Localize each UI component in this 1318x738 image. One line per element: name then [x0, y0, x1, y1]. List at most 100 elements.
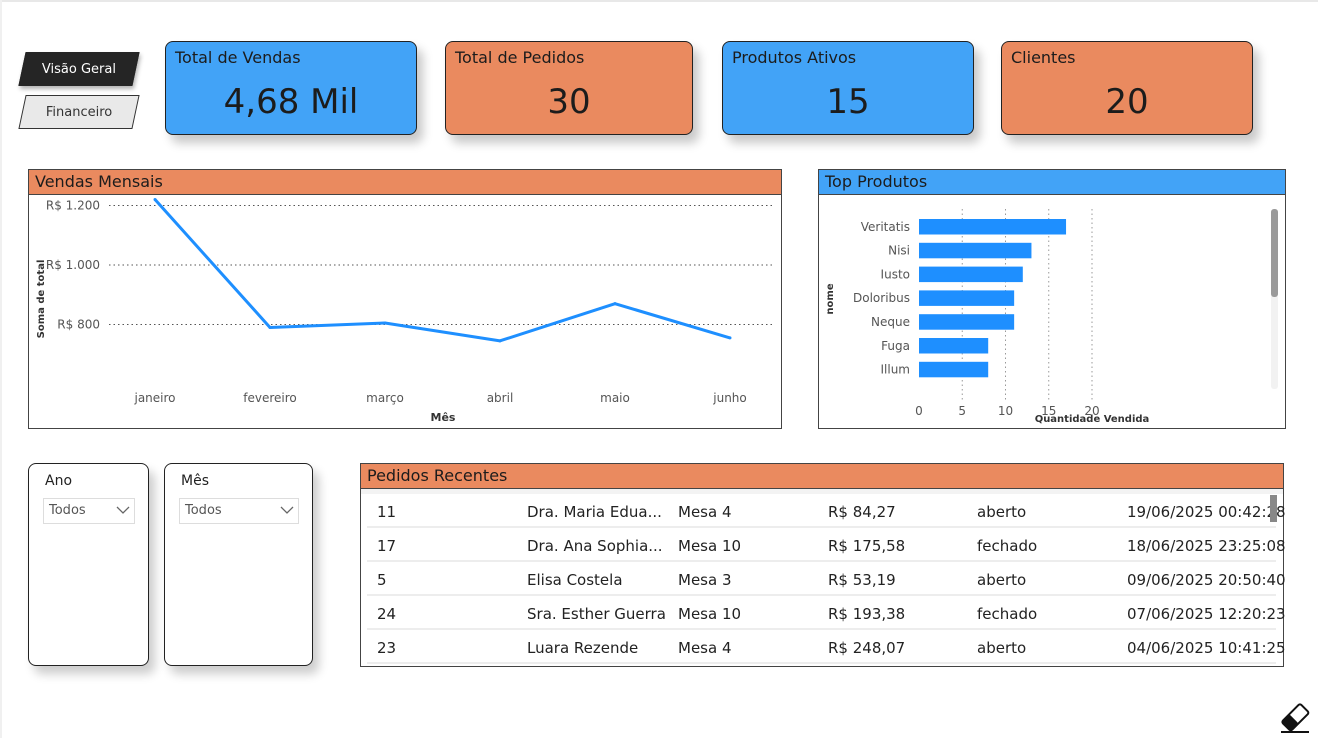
kpi-card-clientes[interactable]: Clientes 20 — [1001, 41, 1253, 135]
bar — [919, 266, 1023, 283]
kpi-card-total-vendas[interactable]: Total de Vendas 4,68 Mil — [165, 41, 417, 135]
order-status-cell: aberto — [977, 571, 1027, 589]
x-axis-title: Mês — [431, 411, 456, 424]
nav-visao-geral-label: Visão Geral — [41, 61, 117, 77]
sales-chart-panel[interactable]: Vendas Mensais R$ 800 R$ 1.000 R$ 1.200 jan… — [28, 169, 782, 429]
nav-visao-geral-button[interactable]: Visão Geral — [18, 52, 140, 86]
order-id-cell: 5 — [377, 571, 387, 589]
data-point — [268, 325, 272, 329]
slicer-mes-title: Mês — [181, 473, 209, 489]
chevron-down-icon — [116, 506, 130, 514]
order-date-cell: 09/06/2025 20:50:40 — [1127, 571, 1286, 589]
bar — [919, 219, 1067, 235]
kpi-card-total-pedidos[interactable]: Total de Pedidos 30 — [445, 41, 693, 135]
order-table-cell: Mesa 4 — [678, 639, 732, 657]
x-tick-label: 5 — [958, 404, 966, 418]
order-client-cell: Luara Rezende — [527, 639, 639, 657]
top-border — [0, 0, 1318, 2]
slicer-mes-dropdown[interactable]: Todos — [179, 498, 299, 524]
order-id-cell: 11 — [377, 503, 397, 521]
bar — [919, 290, 1015, 306]
recent-orders-title: Pedidos Recentes — [361, 464, 1283, 489]
y-tick-label: Veritatis — [861, 220, 910, 234]
order-date-cell: 07/06/2025 12:20:23 — [1127, 605, 1286, 623]
y-tick-label: R$ 1.200 — [46, 199, 100, 213]
top-products-title: Top Produtos — [819, 170, 1285, 195]
y-tick-label: Iusto — [881, 267, 910, 281]
chevron-down-icon — [280, 506, 294, 514]
order-status-cell: fechado — [977, 537, 1038, 555]
x-axis-title: Quantidade Vendida — [1035, 414, 1150, 425]
order-status-cell: aberto — [977, 639, 1027, 657]
table-row[interactable]: 24 Sra. Esther Guerra Mesa 10 R$ 193,38 fech… — [367, 597, 1286, 630]
order-total-cell: R$ 175,58 — [828, 537, 906, 555]
order-status-cell: aberto — [977, 503, 1027, 521]
slicer-mes-value: Todos — [185, 503, 222, 518]
order-client-cell: Dra. Ana Sophia... — [527, 537, 663, 555]
order-id-cell: 17 — [377, 537, 397, 555]
slicer-ano-dropdown[interactable]: Todos — [43, 498, 135, 524]
data-point — [613, 302, 617, 306]
order-status-cell: fechado — [977, 605, 1038, 623]
table-row[interactable]: 23 Luara Rezende Mesa 4 R$ 248,07 aberto 04/0… — [367, 631, 1286, 664]
order-table-cell: Mesa 10 — [678, 537, 742, 555]
order-table-cell: Mesa 4 — [678, 503, 732, 521]
y-tick-label: Neque — [871, 315, 910, 329]
kpi-title: Total de Vendas — [175, 48, 301, 67]
kpi-title: Produtos Ativos — [732, 48, 857, 67]
table-row[interactable]: 11 Dra. Maria Edua... Mesa 4 R$ 84,27 aberto… — [367, 495, 1286, 528]
x-tick-label: março — [366, 391, 404, 405]
kpi-title: Total de Pedidos — [455, 48, 585, 67]
table-row[interactable]: 17 Dra. Ana Sophia... Mesa 10 R$ 175,58 fech… — [367, 529, 1286, 562]
scrollbar-thumb[interactable] — [1271, 209, 1278, 297]
sales-line-chart[interactable]: R$ 800 R$ 1.000 R$ 1.200 janeiro fevereiro ma… — [29, 195, 781, 428]
top-products-bar-chart[interactable]: 0 5 10 15 20VeritatisNisiIustoDoloribusNeque… — [819, 195, 1285, 428]
eraser-icon[interactable] — [1278, 700, 1312, 734]
x-tick-label: maio — [600, 391, 630, 405]
order-date-cell: 18/06/2025 23:25:08 — [1127, 537, 1286, 555]
nav-financeiro-label: Financeiro — [45, 104, 113, 120]
bar — [919, 242, 1032, 259]
kpi-title: Clientes — [1011, 48, 1076, 67]
sales-chart-title: Vendas Mensais — [29, 170, 781, 195]
top-products-panel[interactable]: Top Produtos 0 5 10 15 20 Veritatis Nisi Iusto D… — [818, 169, 1286, 429]
x-tick-label: fevereiro — [243, 391, 297, 405]
data-point — [728, 336, 732, 340]
kpi-card-produtos-ativos[interactable]: Produtos Ativos 15 — [722, 41, 974, 135]
order-client-cell: Sra. Esther Guerra — [527, 605, 666, 623]
data-point — [498, 339, 502, 343]
data-point — [383, 321, 387, 325]
order-total-cell: R$ 53,19 — [828, 571, 896, 589]
kpi-value: 30 — [547, 82, 591, 122]
order-total-cell: R$ 193,38 — [828, 605, 906, 623]
slicer-ano-title: Ano — [45, 473, 73, 489]
order-date-cell: 04/06/2025 10:41:25 — [1127, 639, 1286, 657]
table-header-spacer — [361, 489, 1283, 494]
y-tick-label: Illum — [880, 363, 910, 377]
kpi-value: 20 — [1105, 82, 1149, 122]
data-point — [153, 198, 157, 202]
order-client-cell: Dra. Maria Edua... — [527, 503, 662, 521]
slicer-mes: Mês Todos — [164, 463, 313, 666]
x-tick-label: abril — [487, 391, 514, 405]
kpi-value: 4,68 Mil — [223, 82, 359, 122]
order-client-cell: Elisa Costela — [527, 571, 623, 589]
nav-financeiro-button[interactable]: Financeiro — [18, 95, 140, 129]
y-tick-label: Doloribus — [853, 291, 910, 305]
x-tick-label: junho — [712, 391, 747, 405]
order-total-cell: R$ 84,27 — [828, 503, 896, 521]
y-tick-label: Fuga — [881, 339, 910, 353]
y-tick-label: Nisi — [888, 244, 910, 258]
orders-scrollbar-thumb[interactable] — [1270, 495, 1277, 522]
y-axis-title: Soma de total — [36, 260, 47, 339]
order-id-cell: 23 — [377, 639, 397, 657]
order-table-cell: Mesa 3 — [678, 571, 732, 589]
y-axis-title: nome — [825, 283, 836, 314]
table-row[interactable]: 5 Elisa Costela Mesa 3 R$ 53,19 aberto 09/06/… — [367, 563, 1286, 596]
order-table-cell: Mesa 10 — [678, 605, 742, 623]
x-tick-label: 10 — [998, 404, 1013, 418]
kpi-value: 15 — [826, 82, 870, 122]
x-tick-label: janeiro — [133, 391, 175, 405]
recent-orders-panel: Pedidos Recentes 11 Dra. Maria Edua... Mes… — [360, 463, 1286, 667]
bar — [919, 314, 1015, 330]
